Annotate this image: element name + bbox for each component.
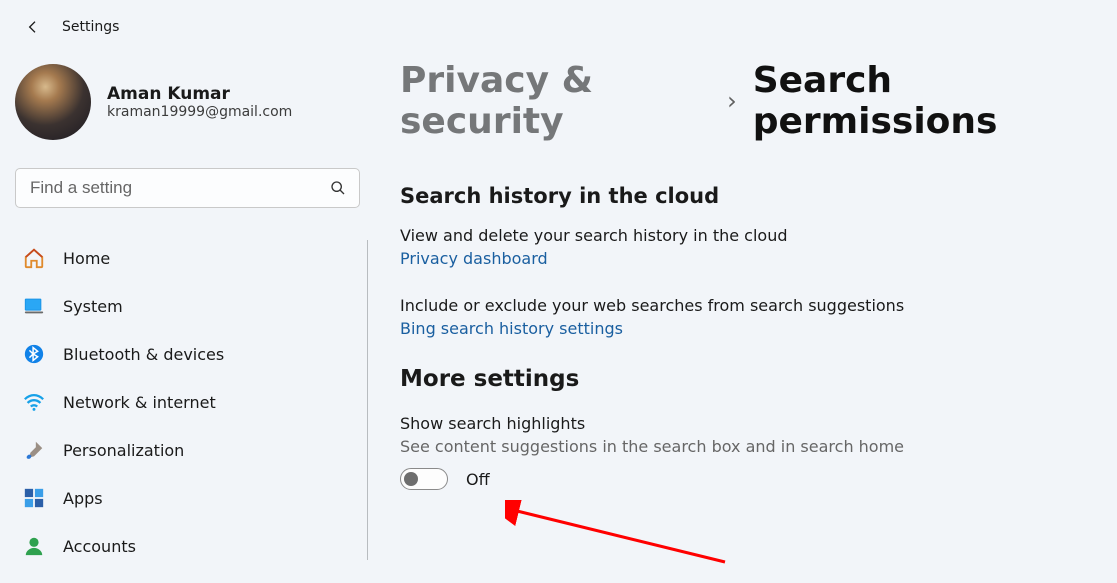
search-highlights-toggle[interactable] — [400, 468, 448, 490]
apps-icon — [23, 487, 45, 509]
section-heading-cloud-history: Search history in the cloud — [400, 184, 1087, 208]
bing-search-history-link[interactable]: Bing search history settings — [400, 319, 623, 338]
chevron-right-icon: › — [727, 87, 737, 115]
annotation-arrow — [505, 500, 735, 570]
profile-email: kraman19999@gmail.com — [107, 104, 292, 120]
sidebar-item-apps[interactable]: Apps — [15, 476, 360, 520]
sidebar-item-home[interactable]: Home — [15, 236, 360, 280]
back-button[interactable] — [18, 12, 48, 42]
person-icon — [23, 535, 45, 557]
bluetooth-icon — [23, 343, 45, 365]
sidebar-item-bluetooth[interactable]: Bluetooth & devices — [15, 332, 360, 376]
search-input[interactable] — [15, 168, 360, 208]
breadcrumb-parent[interactable]: Privacy & security — [400, 60, 711, 142]
home-icon — [23, 247, 45, 269]
sidebar-item-personalization[interactable]: Personalization — [15, 428, 360, 472]
show-search-highlights-desc: See content suggestions in the search bo… — [400, 437, 1087, 456]
sidebar-item-label: Accounts — [63, 537, 136, 556]
privacy-dashboard-link[interactable]: Privacy dashboard — [400, 249, 548, 268]
avatar[interactable] — [15, 64, 91, 140]
sidebar-item-accounts[interactable]: Accounts — [15, 524, 360, 568]
sidebar-item-label: Home — [63, 249, 110, 268]
sidebar-item-system[interactable]: System — [15, 284, 360, 328]
sidebar-item-label: Apps — [63, 489, 103, 508]
cloud-history-text-2: Include or exclude your web searches fro… — [400, 296, 1087, 315]
nav-separator — [367, 240, 368, 560]
system-icon — [23, 295, 45, 317]
sidebar-nav: Home System Bluetooth & devices Network … — [15, 236, 360, 568]
breadcrumb: Privacy & security › Search permissions — [400, 60, 1087, 142]
sidebar-item-label: Bluetooth & devices — [63, 345, 224, 364]
search-field-wrap — [15, 168, 360, 208]
profile-name: Aman Kumar — [107, 84, 292, 104]
sidebar-item-network[interactable]: Network & internet — [15, 380, 360, 424]
profile-block[interactable]: Aman Kumar kraman19999@gmail.com — [15, 64, 360, 140]
app-title: Settings — [62, 19, 119, 35]
sidebar-item-label: Network & internet — [63, 393, 216, 412]
brush-icon — [23, 439, 45, 461]
cloud-history-text-1: View and delete your search history in t… — [400, 226, 1087, 245]
search-icon — [330, 180, 346, 196]
section-heading-more-settings: More settings — [400, 366, 1087, 392]
show-search-highlights-title: Show search highlights — [400, 414, 1087, 433]
toggle-state-label: Off — [466, 470, 490, 489]
sidebar-item-label: System — [63, 297, 123, 316]
sidebar-item-label: Personalization — [63, 441, 184, 460]
wifi-icon — [23, 391, 45, 413]
breadcrumb-current: Search permissions — [753, 60, 1087, 142]
